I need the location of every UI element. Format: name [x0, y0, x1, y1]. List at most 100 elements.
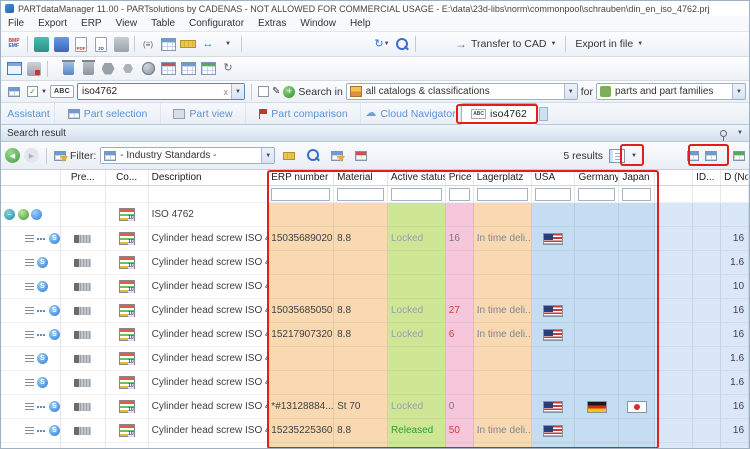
calculator-button[interactable] — [159, 34, 177, 54]
table-columns-icon[interactable] — [705, 151, 717, 161]
search-option-checkbox[interactable]: ✓ — [27, 86, 38, 97]
table-row[interactable]: S10Cylinder head screw ISO 4762 ...1.6 — [1, 251, 749, 275]
catalogs-dropdown[interactable]: ▼ — [564, 84, 577, 99]
menu-export[interactable]: Export — [31, 18, 74, 29]
tab-cloud-navigator[interactable]: ☁Cloud Navigator — [361, 103, 461, 124]
filter-input-lagerplatz[interactable] — [477, 188, 528, 201]
column-header-material[interactable]: Material — [334, 170, 388, 185]
table-row[interactable]: S10Cylinder head screw ISO 4762 ...10 — [1, 275, 749, 299]
save-button[interactable] — [52, 34, 70, 54]
menu-help[interactable]: Help — [343, 18, 378, 29]
table-row[interactable]: S10Cylinder head screw ISO 4762 ...1.6 — [1, 347, 749, 371]
table-row[interactable]: S10Cylinder head screw ISO 4762 ...15035… — [1, 227, 749, 251]
search-history-dropdown[interactable]: ▼ — [231, 84, 244, 99]
table-row[interactable]: S10Cylinder head screw ISO 4762 ...15235… — [1, 419, 749, 443]
filter-input-price[interactable] — [449, 188, 470, 201]
tab-part-selection[interactable]: Part selection — [55, 103, 161, 124]
column-header-id[interactable]: ID... — [693, 170, 721, 185]
chevron-down-icon[interactable]: ▼ — [737, 130, 743, 136]
filter-combo[interactable]: - Industry Standards - ▼ — [100, 147, 275, 164]
chevron-down-icon[interactable]: ▼ — [41, 89, 47, 95]
form-button[interactable] — [5, 82, 23, 102]
clear-filter-button[interactable] — [352, 146, 370, 166]
column-header-lagerplatz[interactable]: Lagerplatz — [474, 170, 532, 185]
scope-dropdown[interactable]: ▼ — [732, 84, 745, 99]
menu-erp[interactable]: ERP — [74, 18, 109, 29]
column-header-d[interactable]: D (Nor... — [721, 170, 749, 185]
filter-checkbox[interactable] — [258, 86, 269, 97]
filter-dropdown[interactable]: ▼ — [261, 148, 274, 163]
table-refresh-button[interactable]: ↻ — [219, 59, 237, 79]
table-export-button[interactable] — [179, 59, 197, 79]
search-input[interactable] — [78, 84, 221, 99]
result-list-view-button[interactable] — [608, 146, 626, 166]
menu-configurator[interactable]: Configurator — [182, 18, 251, 29]
table-row[interactable]: S10Cylinder head screw ISO 4762 ...1.6 — [1, 371, 749, 395]
spell-check-button[interactable]: ABC — [50, 85, 74, 98]
filter-input-erp-number[interactable] — [271, 188, 330, 201]
tools-button[interactable] — [25, 59, 43, 79]
bolt-button[interactable] — [119, 59, 137, 79]
filter-input-germany[interactable] — [578, 188, 615, 201]
nut-button[interactable] — [99, 59, 117, 79]
edit-icon[interactable]: ✎ — [272, 87, 280, 97]
measure-button[interactable] — [179, 34, 197, 54]
table-config-icon[interactable] — [733, 151, 745, 161]
scope-combo[interactable]: parts and part families ▼ — [596, 83, 746, 100]
tab-part-comparison[interactable]: Part comparison — [246, 103, 361, 124]
export-in-file-button[interactable]: Export in file ▼ — [569, 34, 649, 54]
tab-search-iso4762[interactable]: ABCiso4762 — [461, 103, 537, 125]
refresh-button[interactable]: ↻▼ — [373, 34, 391, 54]
clear-search-icon[interactable]: x — [221, 87, 232, 97]
collapse-button[interactable]: − — [4, 209, 15, 220]
menu-file[interactable]: File — [1, 18, 31, 29]
table-group-row[interactable]: −10ISO 4762 — [1, 203, 749, 227]
table-row[interactable]: S10Cylinder head screw ISO 4762 ...15217… — [1, 323, 749, 347]
menu-view[interactable]: View — [109, 18, 145, 29]
tab-part-view[interactable]: Part view — [161, 103, 246, 124]
new-window-button[interactable] — [5, 59, 23, 79]
column-header-price[interactable]: Price — [446, 170, 474, 185]
add-search-icon[interactable]: + — [283, 86, 295, 98]
filter-input-usa[interactable] — [535, 188, 572, 201]
add-filter-button[interactable] — [328, 146, 346, 166]
tab-assistant[interactable]: Assistant — [3, 103, 55, 124]
search-settings-button[interactable] — [393, 34, 411, 54]
table-row[interactable]: S10Cylinder head screw ISO 4762 ...15035… — [1, 299, 749, 323]
delete-table-button[interactable] — [79, 59, 97, 79]
tab-overflow-button[interactable] — [539, 107, 548, 121]
formula-button[interactable]: (≡) — [139, 34, 157, 54]
filter-input-japan[interactable] — [622, 188, 651, 201]
back-button[interactable]: ◀ — [5, 148, 20, 163]
export-image-button[interactable]: BMPEMF — [5, 34, 23, 54]
column-header-co[interactable]: Co... — [106, 170, 149, 185]
filter-input-active-status[interactable] — [391, 188, 442, 201]
search-in-results-button[interactable] — [304, 146, 322, 166]
filter-input-material[interactable] — [337, 188, 384, 201]
menu-table[interactable]: Table — [144, 18, 182, 29]
table-row[interactable]: S10 — [1, 443, 749, 449]
document-settings-button[interactable] — [112, 34, 130, 54]
transfer-to-cad-button[interactable]: → Transfer to CAD ▼ — [449, 34, 562, 54]
column-header-germany[interactable]: Germany — [575, 170, 619, 185]
table-row[interactable]: S10Cylinder head screw ISO 4762 ...*#131… — [1, 395, 749, 419]
tools-dropdown[interactable]: ▼ — [219, 34, 237, 54]
table-import-button[interactable] — [159, 59, 177, 79]
view-dropdown[interactable]: ▼ — [631, 153, 637, 159]
forward-button[interactable]: ▶ — [24, 148, 39, 163]
column-header-erp-number[interactable]: ERP number — [268, 170, 334, 185]
table-link-button[interactable] — [199, 59, 217, 79]
export-3d-button[interactable] — [32, 34, 50, 54]
export-3d-pdf-button[interactable]: 3D — [92, 34, 110, 54]
column-header-japan[interactable]: Japan — [619, 170, 655, 185]
catalogs-combo[interactable]: all catalogs & classifications ▼ — [346, 83, 578, 100]
table-view-icon[interactable] — [687, 151, 699, 161]
column-header-active-status[interactable]: Active status — [388, 170, 446, 185]
delete-erp-button[interactable] — [59, 59, 77, 79]
pin-icon[interactable] — [720, 130, 727, 137]
export-pdf-button[interactable]: PDF — [72, 34, 90, 54]
favorites-button[interactable] — [280, 146, 298, 166]
dimension-button[interactable]: ↔ — [199, 34, 217, 54]
menu-window[interactable]: Window — [293, 18, 343, 29]
gear-button[interactable] — [139, 59, 157, 79]
